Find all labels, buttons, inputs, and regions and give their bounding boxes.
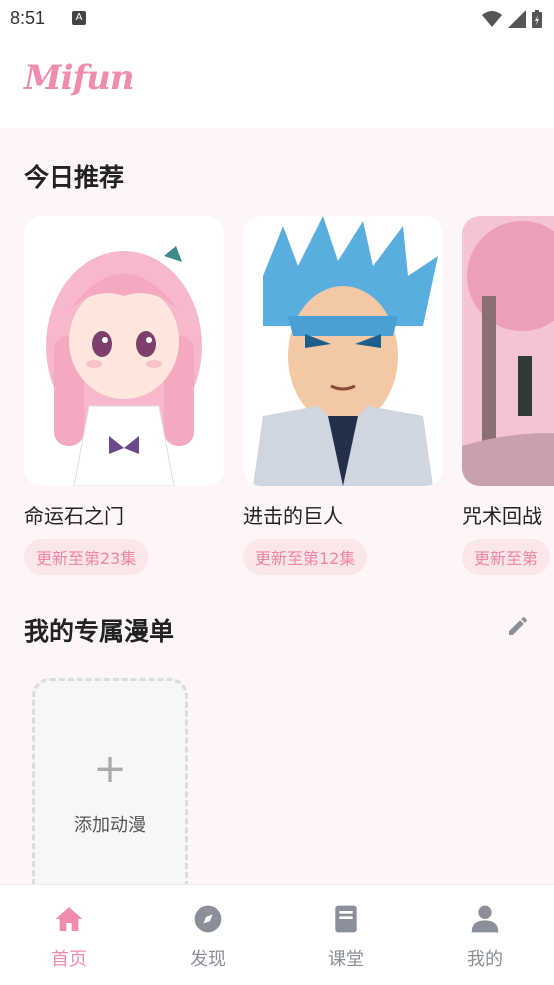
recommend-list[interactable]: 命运石之门 更新至第23集 进击的巨人 更新至第12集 咒术回战 更新至第 [24, 216, 554, 576]
tab-label: 我的 [467, 949, 503, 970]
anime-cover [24, 216, 224, 486]
wifi-icon [482, 11, 502, 27]
app-logo: Mifun [24, 58, 135, 98]
recommend-title: 今日推荐 [24, 163, 125, 192]
bottom-tab-bar: 首页 发现 课堂 我的 [0, 884, 554, 985]
home-icon [55, 907, 83, 931]
anime-cover [243, 216, 443, 486]
recommend-card[interactable]: 咒术回战 更新至第 [462, 216, 554, 575]
notification-icon: A [72, 11, 86, 25]
add-anime-button[interactable]: + 添加动漫 [32, 678, 188, 884]
anime-cover [462, 216, 554, 486]
add-anime-label: 添加动漫 [74, 815, 146, 836]
anime-title: 命运石之门 [24, 504, 124, 528]
plus-icon: + [93, 746, 127, 792]
update-badge: 更新至第12集 [243, 539, 368, 575]
recommend-card[interactable]: 进击的巨人 更新至第12集 [243, 216, 443, 575]
anime-title: 进击的巨人 [243, 504, 343, 528]
tab-mine[interactable]: 我的 [445, 903, 525, 971]
update-badge: 更新至第23集 [24, 539, 149, 575]
app-header: Mifun [0, 38, 554, 128]
my-list-title: 我的专属漫单 [24, 617, 175, 646]
anime-title: 咒术回战 [462, 504, 542, 528]
status-time: 8:51 [10, 8, 46, 28]
edit-icon[interactable] [506, 614, 530, 638]
battery-icon [532, 10, 542, 28]
status-bar: 8:51 A [0, 0, 554, 38]
main-content: 今日推荐 命运石之门 更新至第23集 进击的巨人 更新至第12集 咒术回战 更新… [0, 128, 554, 884]
status-indicators [482, 10, 542, 28]
tab-classroom[interactable]: 课堂 [306, 903, 386, 971]
signal-icon [508, 10, 526, 28]
tab-label: 发现 [190, 949, 226, 970]
person-icon [471, 905, 499, 933]
recommend-card[interactable]: 命运石之门 更新至第23集 [24, 216, 224, 575]
tab-label: 课堂 [328, 949, 364, 970]
tab-discover[interactable]: 发现 [168, 903, 248, 971]
update-badge: 更新至第 [462, 539, 551, 575]
tab-label: 首页 [51, 949, 87, 970]
book-icon [335, 905, 357, 933]
compass-icon [194, 905, 222, 933]
tab-home[interactable]: 首页 [29, 903, 109, 971]
